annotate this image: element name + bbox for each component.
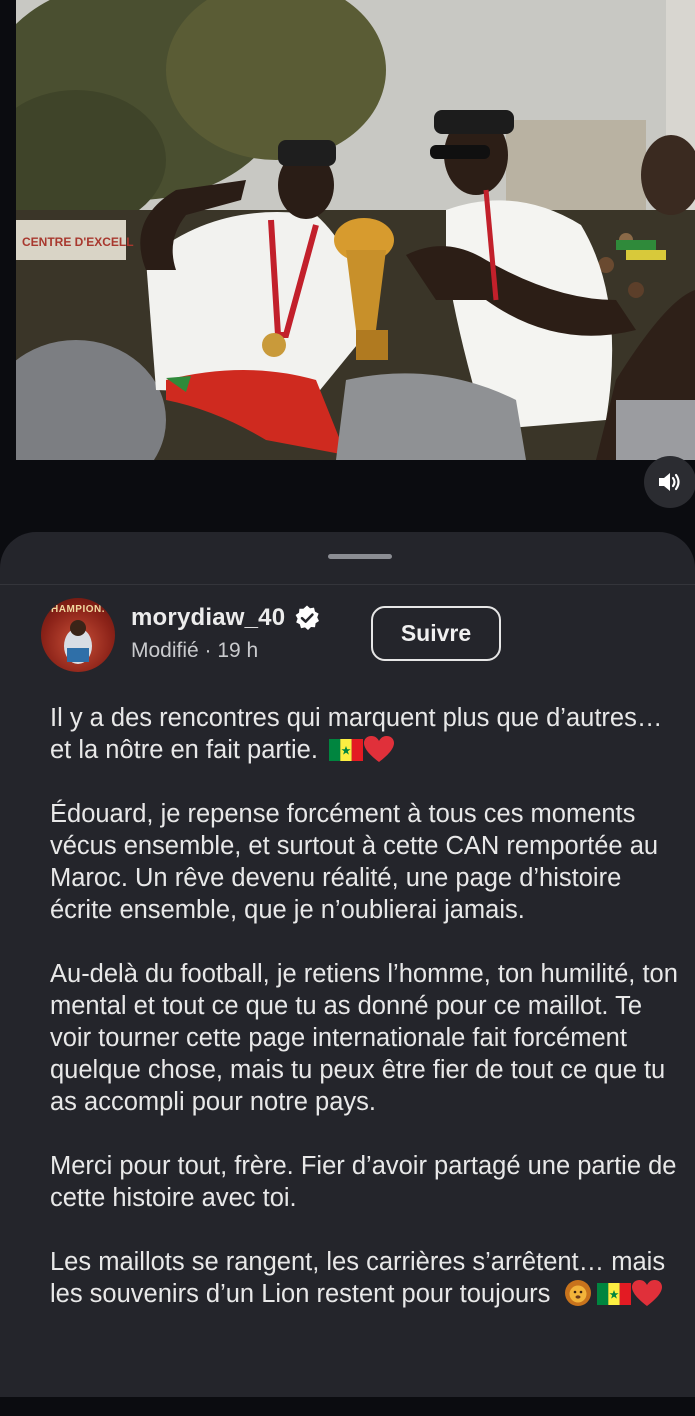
- page: CENTRE D'EXCELL HAMPION. morydiaw_40 Mod…: [0, 0, 695, 1416]
- caption-paragraph: Édouard, je repense forcément à tous ces…: [50, 800, 659, 924]
- username-row: morydiaw_40: [131, 604, 321, 632]
- avatar-image: [64, 620, 92, 664]
- follow-button[interactable]: Suivre: [371, 606, 501, 661]
- caption-paragraph: Merci pour tout, frère. Fier d’avoir par…: [50, 1152, 677, 1212]
- caption-paragraph: Au-delà du football, je retiens l’homme,…: [50, 960, 678, 1116]
- post-caption: Il y a des rencontres qui marquent plus …: [50, 702, 680, 1342]
- volume-button[interactable]: [644, 456, 695, 508]
- sheet-divider: [0, 584, 695, 585]
- post-details-sheet: HAMPION. morydiaw_40 Modifié · 19 h Suiv…: [0, 532, 695, 1416]
- lion-icon: [565, 1280, 592, 1306]
- heart-icon: [632, 1280, 663, 1306]
- heart-icon: [364, 736, 395, 762]
- username[interactable]: morydiaw_40: [131, 604, 285, 632]
- sheet-grab-handle[interactable]: [328, 554, 392, 559]
- system-bottom-bar: [0, 1397, 695, 1416]
- post-meta: Modifié · 19 h: [131, 639, 259, 662]
- caption-paragraph: Il y a des rencontres qui marquent plus …: [50, 702, 680, 766]
- photo-illustration: CENTRE D'EXCELL: [16, 0, 695, 460]
- avatar[interactable]: HAMPION.: [41, 598, 115, 672]
- senegal-flag-icon: [329, 739, 364, 761]
- banner-text: CENTRE D'EXCELL: [22, 235, 134, 249]
- post-media[interactable]: CENTRE D'EXCELL: [16, 0, 695, 460]
- volume-icon: [659, 473, 680, 491]
- verified-icon: [295, 605, 320, 630]
- caption-paragraph: Les maillots se rangent, les carrières s…: [50, 1246, 680, 1310]
- senegal-flag-icon: [597, 1283, 632, 1305]
